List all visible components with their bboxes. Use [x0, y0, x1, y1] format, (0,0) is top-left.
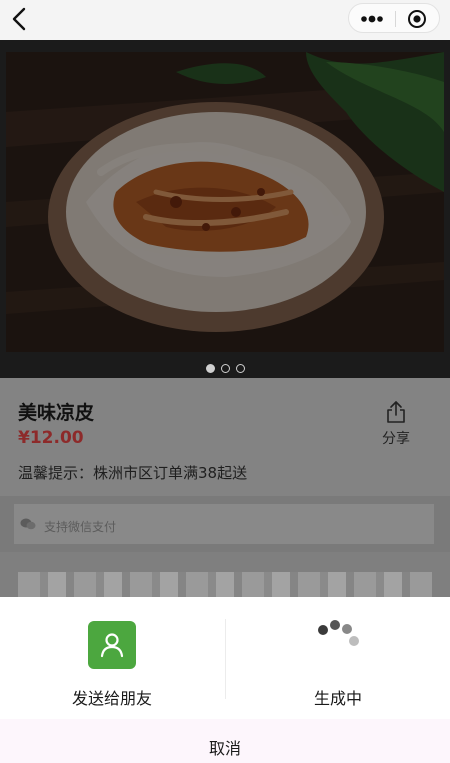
carousel-indicators — [0, 358, 450, 377]
cancel-label: 取消 — [208, 739, 241, 758]
capsule-divider — [395, 11, 396, 27]
payment-support-row: 支持微信支付 — [0, 496, 450, 552]
loading-spinner-icon — [318, 620, 359, 646]
send-to-friend-label: 发送给朋友 — [71, 689, 152, 708]
generating-label: 生成中 — [313, 689, 362, 708]
delivery-notice: 温馨提示：株洲市区订单满38起送 — [18, 464, 248, 482]
friend-icon — [88, 621, 136, 669]
product-page-overlay: 美味凉皮 ¥12.00 分享 温馨提示：株洲市区订单满38起送 支持微信支付 — [0, 40, 450, 597]
share-action-sheet: 发送给朋友 生成中 取消 — [0, 597, 450, 763]
product-price: ¥12.00 — [18, 428, 84, 448]
payment-support-text: 支持微信支付 — [44, 520, 117, 534]
cancel-button[interactable]: 取消 — [0, 719, 450, 763]
product-title: 美味凉皮 — [18, 402, 95, 424]
carousel-dot[interactable] — [205, 364, 215, 373]
generating-option: 生成中 — [226, 597, 450, 719]
send-to-friend-option[interactable]: 发送给朋友 — [0, 597, 224, 719]
mini-program-capsule — [348, 3, 440, 33]
share-icon — [387, 401, 405, 423]
blurred-content — [18, 572, 432, 597]
close-mini-program-icon[interactable] — [407, 9, 427, 29]
back-arrow-icon[interactable] — [8, 6, 34, 32]
product-info: 美味凉皮 ¥12.00 分享 温馨提示：株洲市区订单满38起送 — [0, 378, 450, 496]
product-image-carousel[interactable] — [0, 40, 450, 378]
cold-noodle-photo — [6, 52, 444, 352]
more-icon[interactable] — [359, 11, 385, 27]
share-button[interactable]: 分享 — [378, 400, 414, 448]
top-nav-bar — [0, 0, 450, 40]
carousel-dot[interactable] — [220, 364, 230, 373]
share-label: 分享 — [382, 431, 410, 447]
carousel-dot[interactable] — [235, 364, 245, 373]
wechat-pay-icon — [20, 518, 36, 530]
